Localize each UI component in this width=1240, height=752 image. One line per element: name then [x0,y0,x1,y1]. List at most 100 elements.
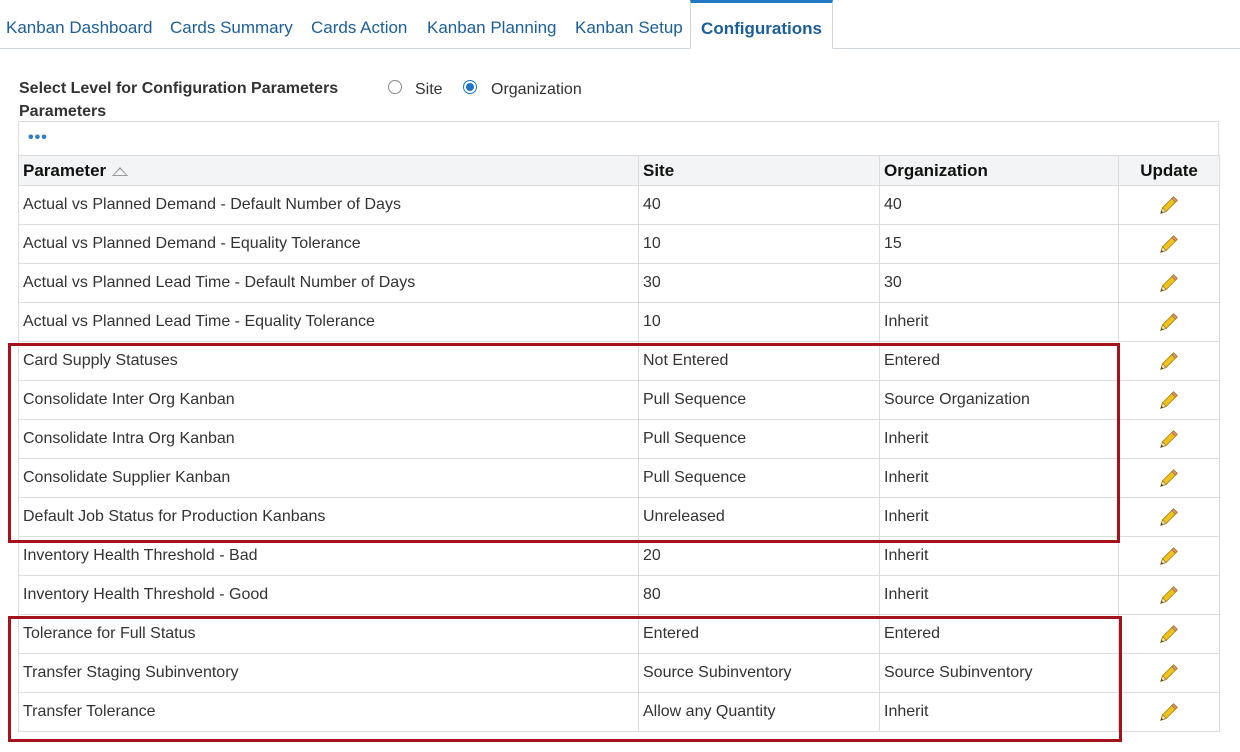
parameter-name-cell: Actual vs Planned Demand - Default Numbe… [18,185,639,225]
table-row: Transfer Staging Subinventory Source Subi… [18,653,1220,693]
parameter-name-cell: Card Supply Statuses [18,341,639,381]
parameter-name-cell: Inventory Health Threshold - Bad [18,536,639,576]
radio-site[interactable] [388,80,402,94]
level-selector-label: Select Level for Configuration Parameter… [19,80,339,97]
tab-cards-summary[interactable]: Cards Summary [170,0,293,47]
update-cell[interactable] [1118,185,1220,225]
update-cell[interactable] [1118,380,1220,420]
tab-configurations[interactable]: Configurations [690,0,833,49]
update-cell[interactable] [1118,419,1220,459]
table-row: Card Supply Statuses Not Entered Entered [18,341,1220,381]
table-row: Actual vs Planned Demand - Default Numbe… [18,185,1220,225]
organization-value-cell: 30 [879,263,1119,303]
update-cell[interactable] [1118,653,1220,693]
parameter-name-cell: Consolidate Intra Org Kanban [18,419,639,459]
parameter-name-cell: Inventory Health Threshold - Good [18,575,639,615]
table-row: Consolidate Supplier Kanban Pull Sequence… [18,458,1220,498]
parameters-table: Parameter Site Organization Update Actua… [18,155,1220,732]
site-value-cell: Pull Sequence [638,419,880,459]
organization-value-cell: Inherit [879,419,1119,459]
table-row: Default Job Status for Production Kanban… [18,497,1220,537]
pencil-icon[interactable] [1158,545,1180,567]
table-row: Actual vs Planned Lead Time - Default Nu… [18,263,1220,303]
organization-value-cell: Source Organization [879,380,1119,420]
tab-kanban-dashboard[interactable]: Kanban Dashboard [6,0,153,47]
table-row: Consolidate Intra Org Kanban Pull Sequenc… [18,419,1220,459]
site-value-cell: 20 [638,536,880,576]
parameter-name-cell: Transfer Tolerance [18,692,639,732]
column-header-organization: Organization [879,155,1119,186]
organization-value-cell: Inherit [879,575,1119,615]
column-header-parameter-label: Parameter [23,160,107,180]
update-cell[interactable] [1118,497,1220,537]
site-value-cell: Entered [638,614,880,654]
pencil-icon[interactable] [1158,233,1180,255]
update-cell[interactable] [1118,536,1220,576]
update-cell[interactable] [1118,263,1220,303]
ellipsis-icon[interactable]: ••• [28,130,48,146]
organization-value-cell: Inherit [879,536,1119,576]
table-row: Actual vs Planned Demand - Equality Tole… [18,224,1220,264]
parameter-name-cell: Transfer Staging Subinventory [18,653,639,693]
update-cell[interactable] [1118,458,1220,498]
pencil-icon[interactable] [1158,350,1180,372]
organization-value-cell: Inherit [879,458,1119,498]
column-header-parameter[interactable]: Parameter [18,155,639,186]
table-row: Inventory Health Threshold - Good 80 Inher… [18,575,1220,615]
organization-value-cell: Inherit [879,497,1119,537]
parameters-section-title: Parameters [19,103,107,120]
site-value-cell: Not Entered [638,341,880,381]
update-cell[interactable] [1118,341,1220,381]
parameter-name-cell: Consolidate Inter Org Kanban [18,380,639,420]
pencil-icon[interactable] [1158,272,1180,294]
pencil-icon[interactable] [1158,194,1180,216]
parameter-name-cell: Default Job Status for Production Kanban… [18,497,639,537]
site-value-cell: 40 [638,185,880,225]
update-cell[interactable] [1118,224,1220,264]
site-value-cell: 10 [638,224,880,264]
update-cell[interactable] [1118,614,1220,654]
column-header-update: Update [1118,155,1220,186]
site-value-cell: 10 [638,302,880,342]
table-row: Tolerance for Full Status Entered Entered [18,614,1220,654]
site-value-cell: 30 [638,263,880,303]
sort-ascending-icon[interactable] [112,166,129,176]
table-toolbar: ••• [18,121,1219,155]
parameter-name-cell: Actual vs Planned Lead Time - Default Nu… [18,263,639,303]
table-header-row: Parameter Site Organization Update [18,155,1220,186]
tab-cards-action[interactable]: Cards Action [311,0,407,47]
pencil-icon[interactable] [1158,623,1180,645]
organization-value-cell: Inherit [879,302,1119,342]
update-cell[interactable] [1118,575,1220,615]
table-row: Inventory Health Threshold - Bad 20 Inheri… [18,536,1220,576]
table-row: Consolidate Inter Org Kanban Pull Sequenc… [18,380,1220,420]
radio-organization-label[interactable]: Organization [491,81,582,99]
organization-value-cell: Inherit [879,692,1119,732]
pencil-icon[interactable] [1158,506,1180,528]
parameter-name-cell: Actual vs Planned Lead Time - Equality T… [18,302,639,342]
pencil-icon[interactable] [1158,467,1180,489]
pencil-icon[interactable] [1158,701,1180,723]
table-row: Actual vs Planned Lead Time - Equality T… [18,302,1220,342]
organization-value-cell: 40 [879,185,1119,225]
organization-value-cell: Entered [879,341,1119,381]
site-value-cell: Source Subinventory [638,653,880,693]
radio-site-label[interactable]: Site [415,81,443,99]
update-cell[interactable] [1118,692,1220,732]
tab-kanban-setup[interactable]: Kanban Setup [575,0,683,47]
pencil-icon[interactable] [1158,662,1180,684]
update-cell[interactable] [1118,302,1220,342]
organization-value-cell: Source Subinventory [879,653,1119,693]
pencil-icon[interactable] [1158,584,1180,606]
radio-organization[interactable] [463,80,477,94]
table-row: Transfer Tolerance Allow any Quantity Inhe… [18,692,1220,732]
site-value-cell: Pull Sequence [638,380,880,420]
tab-kanban-planning[interactable]: Kanban Planning [427,0,557,47]
site-value-cell: Unreleased [638,497,880,537]
organization-value-cell: Entered [879,614,1119,654]
pencil-icon[interactable] [1158,389,1180,411]
pencil-icon[interactable] [1158,428,1180,450]
pencil-icon[interactable] [1158,311,1180,333]
tab-bar: Kanban Dashboard Cards Summary Cards Act… [0,0,1240,49]
column-header-site: Site [638,155,880,186]
